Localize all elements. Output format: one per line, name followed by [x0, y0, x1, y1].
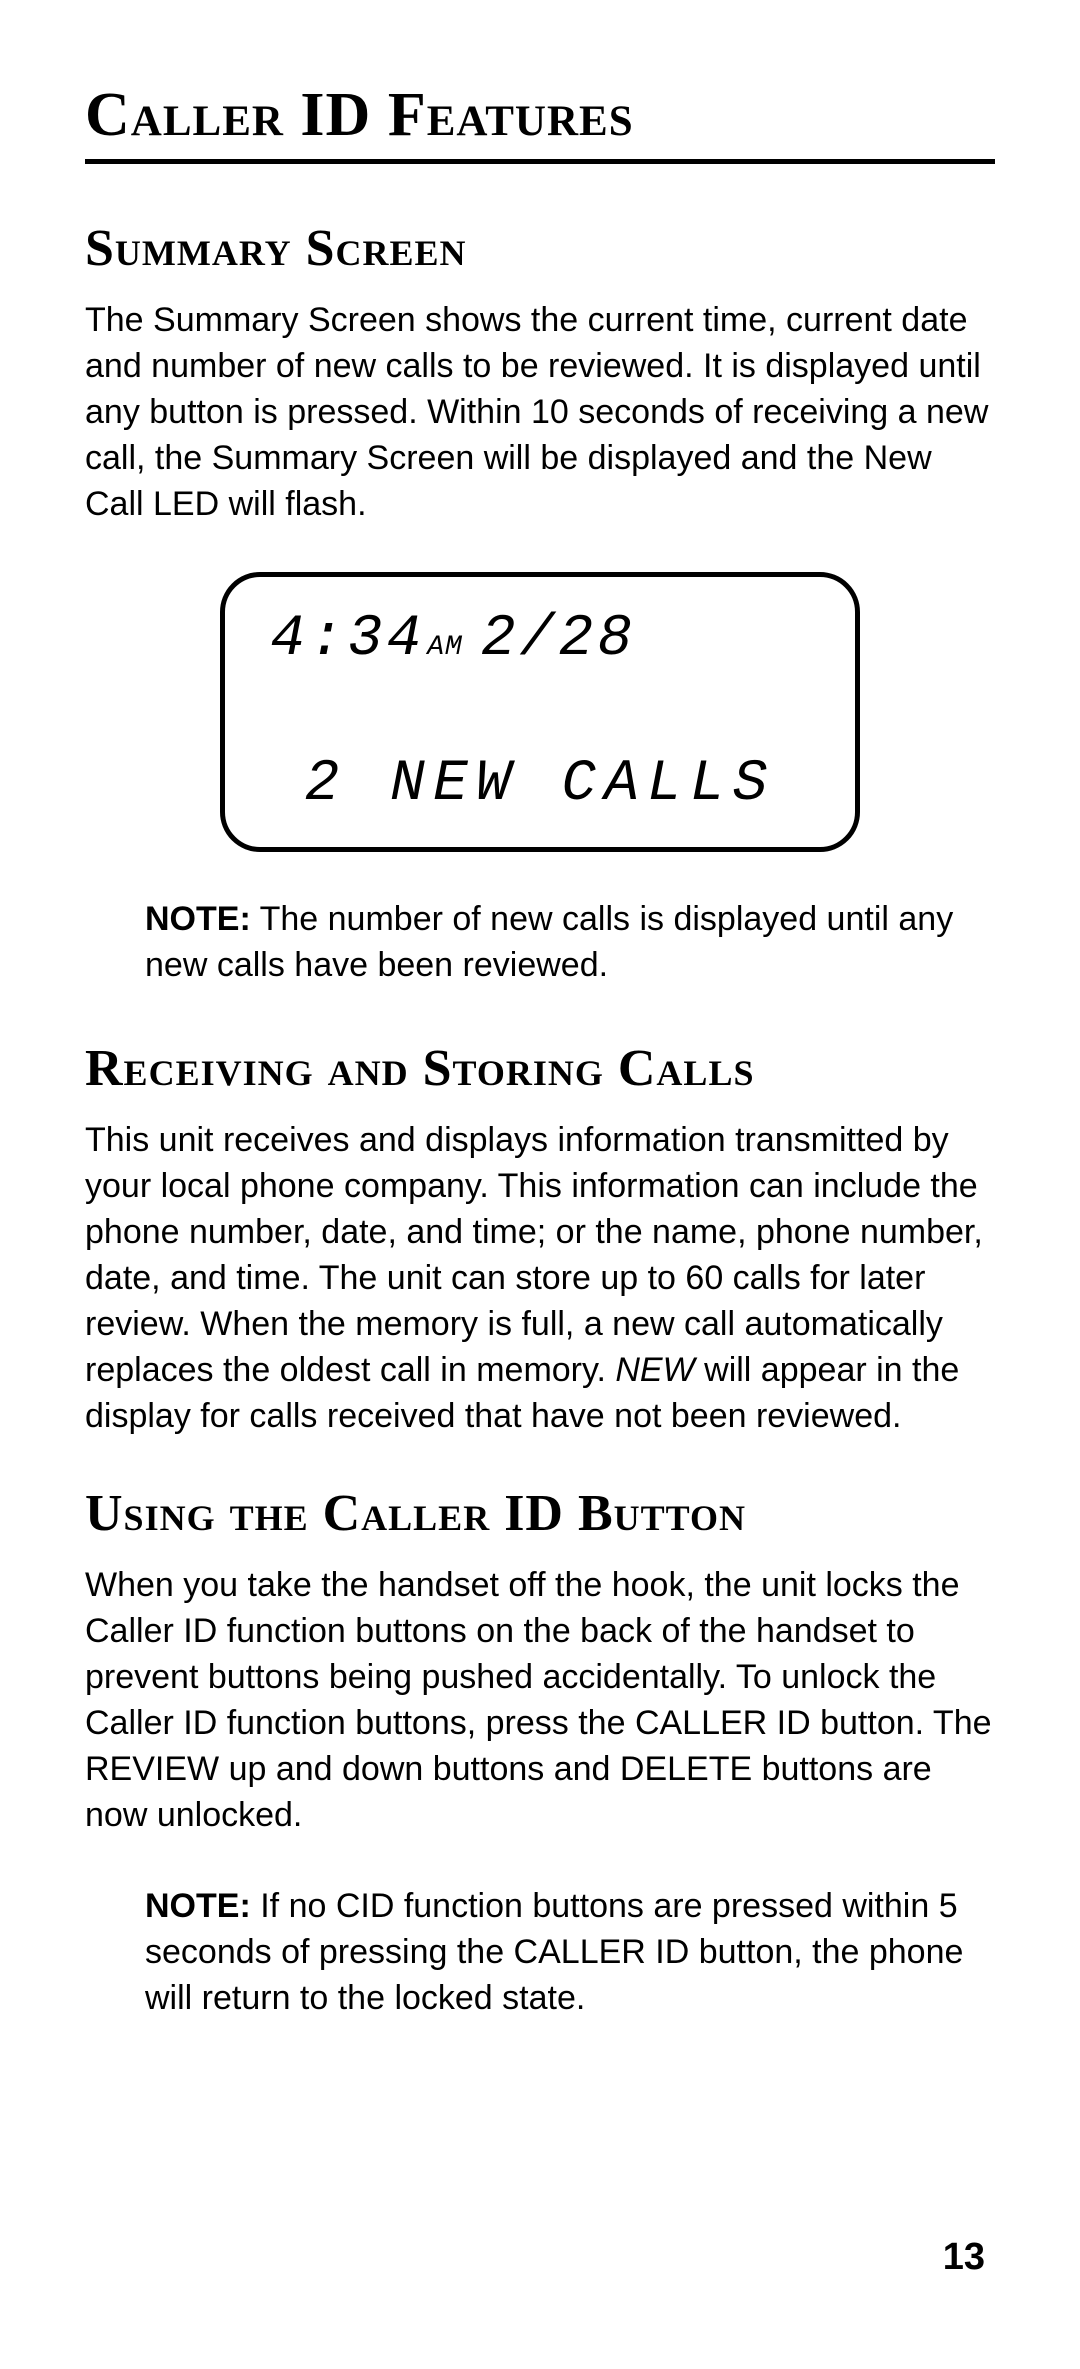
receiving-body: This unit receives and displays informat… [85, 1118, 995, 1439]
lcd-line1: 4:34AM 2/28 [270, 607, 810, 672]
lcd-date: 2/28 [481, 607, 636, 672]
page-number: 13 [943, 2236, 985, 2279]
note-label: NOTE: [145, 900, 251, 938]
receiving-heading: Receiving and Storing Calls [85, 1039, 995, 1098]
lcd-time: 4:34 [270, 607, 425, 672]
note-label: NOTE: [145, 1887, 251, 1925]
lcd-ampm: AM [427, 632, 463, 663]
main-heading: Caller ID Features [85, 80, 995, 164]
note-body: If no CID function buttons are pressed w… [145, 1887, 963, 2017]
note-body: The number of new calls is displayed unt… [145, 900, 953, 984]
summary-note: NOTE: The number of new calls is display… [85, 897, 995, 989]
summary-heading: Summary Screen [85, 219, 995, 278]
lcd-line2: 2 NEW CALLS [270, 752, 810, 817]
receiving-body-part1: This unit receives and displays informat… [85, 1121, 983, 1388]
summary-body: The Summary Screen shows the current tim… [85, 298, 995, 527]
using-button-note: NOTE: If no CID function buttons are pre… [85, 1884, 995, 2022]
receiving-body-italic: NEW [615, 1351, 694, 1389]
using-button-body: When you take the handset off the hook, … [85, 1563, 995, 1838]
lcd-screen: 4:34AM 2/28 2 NEW CALLS [220, 572, 860, 852]
using-button-heading: Using the Caller ID Button [85, 1484, 995, 1543]
